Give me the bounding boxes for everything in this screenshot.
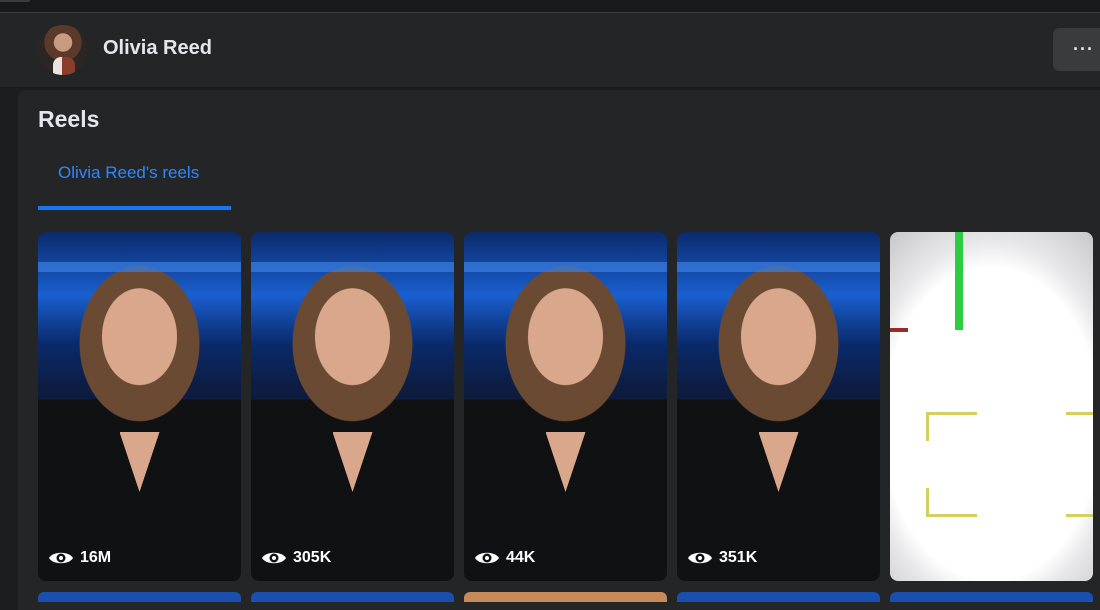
more-options-icon: ··· xyxy=(1073,39,1094,59)
view-count: 16M xyxy=(48,549,111,567)
top-tab-edge xyxy=(0,0,30,2)
reel-thumbnail-partial[interactable] xyxy=(677,592,880,602)
view-count-label: 305K xyxy=(293,549,332,566)
thumbnail-bracket xyxy=(1066,488,1093,517)
reel-thumbnail-partial[interactable] xyxy=(464,592,667,602)
eye-icon xyxy=(262,552,286,564)
eye-icon xyxy=(49,552,73,564)
top-strip xyxy=(0,0,1100,13)
thumbnail-bracket xyxy=(1066,412,1093,441)
view-count: 351K xyxy=(687,549,757,567)
tab-olivia-reeds-reels[interactable]: Olivia Reed's reels xyxy=(38,150,231,210)
thumbnail-red-mark xyxy=(890,328,908,332)
eye-icon xyxy=(475,552,499,564)
section-title: Reels xyxy=(38,106,100,132)
eye-icon xyxy=(688,552,712,564)
thumbnail-green-line xyxy=(955,232,963,330)
reel-thumbnail[interactable]: 16M xyxy=(38,232,241,581)
reel-thumbnail[interactable]: 351K xyxy=(677,232,880,581)
view-count-label: 16M xyxy=(80,549,112,566)
reel-thumbnail-partial[interactable] xyxy=(38,592,241,602)
view-count: 44K xyxy=(474,549,535,567)
reel-thumbnail-partial[interactable] xyxy=(890,592,1093,602)
profile-name[interactable]: Olivia Reed xyxy=(103,37,212,60)
thumbnail-bracket xyxy=(926,412,977,441)
reel-thumbnail[interactable] xyxy=(890,232,1093,581)
view-count-label: 351K xyxy=(719,549,758,566)
reel-thumbnail[interactable]: 305K xyxy=(251,232,454,581)
avatar[interactable] xyxy=(38,25,88,75)
view-count: 305K xyxy=(261,549,331,567)
thumbnail-bracket xyxy=(926,488,977,517)
reel-thumbnail[interactable]: 44K xyxy=(464,232,667,581)
view-count-label: 44K xyxy=(506,549,536,566)
more-options-button[interactable]: ··· xyxy=(1053,28,1100,71)
reel-thumbnail-partial[interactable] xyxy=(251,592,454,602)
profile-header: Olivia Reed ··· xyxy=(0,13,1100,88)
